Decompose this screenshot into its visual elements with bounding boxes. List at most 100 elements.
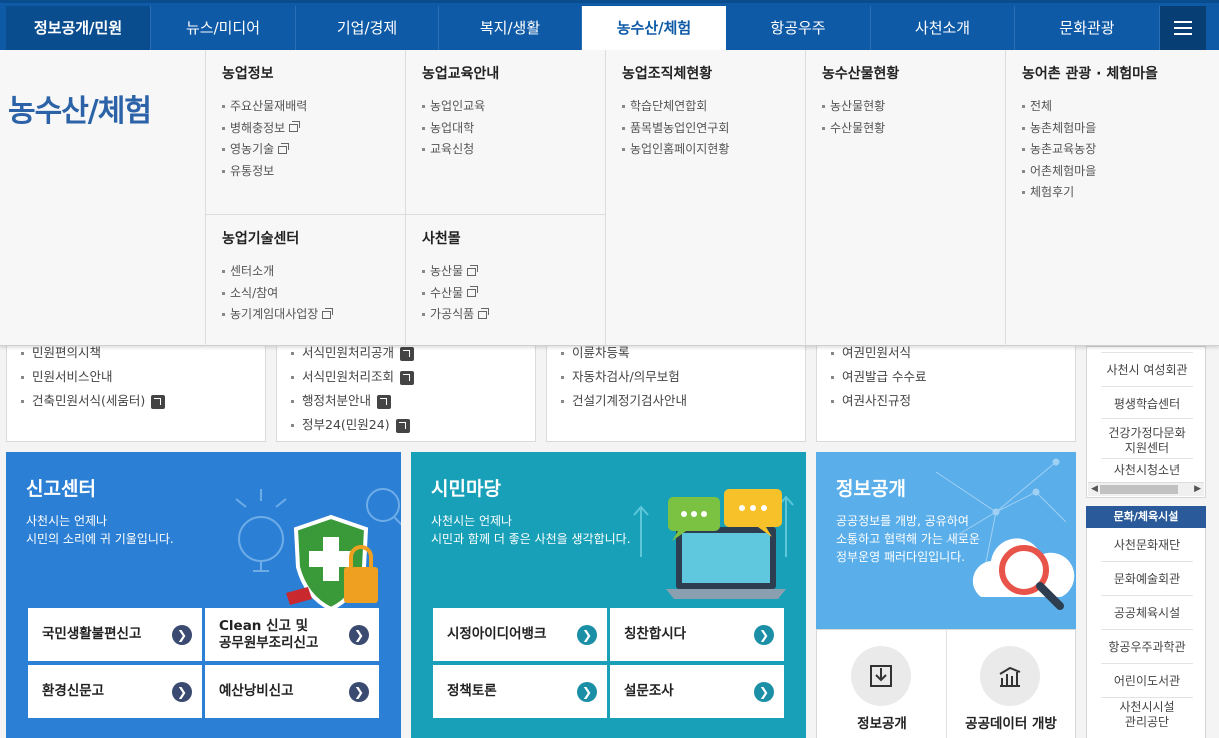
- list-item[interactable]: 건설기계정기검사안내: [561, 389, 687, 413]
- nav-item-business-economy[interactable]: 기업/경제: [296, 6, 439, 50]
- main-nav: 정보공개/민원 뉴스/미디어 기업/경제 복지/생활 농수산/체험 항공우주 사…: [0, 0, 1219, 50]
- idea-bank-button[interactable]: 시정아이디어뱅크 ❯: [433, 608, 607, 661]
- link-label: 민원서비스안내: [32, 369, 113, 384]
- list-item[interactable]: 민원서비스안내: [21, 365, 165, 389]
- menu-item[interactable]: 소식/참여: [222, 283, 331, 305]
- sidebar-item-facility-corp[interactable]: 사천시시설 관리공단: [1101, 700, 1193, 734]
- menu-item-label: 수산물현황: [830, 120, 886, 135]
- list-item[interactable]: 정부24(민원24): [291, 413, 414, 437]
- clean-report-button[interactable]: Clean 신고 및 공무원부조리신고 ❯: [205, 608, 379, 661]
- menu-item-label: 농촌교육농장: [1030, 142, 1097, 156]
- panel-description: 사천시는 언제나 시민의 소리에 귀 기울입니다.: [26, 512, 174, 548]
- menu-item[interactable]: 농업대학: [422, 118, 485, 140]
- nav-item-sacheon-intro[interactable]: 사천소개: [871, 6, 1015, 50]
- hamburger-icon-line: [1174, 27, 1192, 29]
- scroll-left-icon[interactable]: ◀: [1091, 483, 1098, 496]
- menu-item[interactable]: 교육신청: [422, 139, 485, 161]
- menu-item[interactable]: 품목별농업인연구회: [622, 118, 729, 140]
- menu-column-heading[interactable]: 농어촌 관광 · 체험마을: [1022, 63, 1158, 83]
- menu-item[interactable]: 수산물현황: [822, 118, 885, 140]
- menu-item[interactable]: 수산물: [422, 283, 487, 305]
- scroll-right-icon[interactable]: ▶: [1194, 483, 1201, 496]
- nav-item-welfare-life[interactable]: 복지/생활: [439, 6, 582, 50]
- menu-column-heading[interactable]: 농업기술센터: [222, 228, 299, 248]
- info-disclosure-link[interactable]: 정보공개: [817, 712, 947, 732]
- list-item[interactable]: 자동차검사/의무보험: [561, 365, 687, 389]
- menu-column-heading[interactable]: 사천몰: [422, 228, 461, 248]
- national-complaint-button[interactable]: 국민생활불편신고 ❯: [28, 608, 202, 661]
- menu-item[interactable]: 농촌교육농장: [1022, 139, 1096, 161]
- sidebar-item-arts-center[interactable]: 문화예술회관: [1101, 562, 1193, 596]
- menu-item-label: 농산물현황: [830, 99, 886, 113]
- bullet: [561, 376, 564, 379]
- list-item[interactable]: 여권사진규정: [831, 389, 926, 413]
- list-item[interactable]: 건축민원서식(세움터): [21, 389, 166, 413]
- menu-item[interactable]: 체험후기: [1022, 182, 1096, 204]
- list-item[interactable]: 서식민원처리조회: [291, 365, 415, 389]
- nav-item-info-disclosure[interactable]: 정보공개/민원: [6, 6, 151, 50]
- nav-item-news-media[interactable]: 뉴스/미디어: [151, 6, 296, 50]
- sidebar-item-family-center[interactable]: 건강가정다문화 지원센터: [1101, 423, 1193, 459]
- menu-item[interactable]: 영농기술: [222, 139, 307, 161]
- sidebar-item-children-library[interactable]: 어린이도서관: [1101, 664, 1193, 698]
- environment-report-button[interactable]: 환경신문고 ❯: [28, 665, 202, 718]
- menu-item[interactable]: 주요산물재배력: [222, 96, 307, 118]
- menu-column-heading[interactable]: 농업교육안내: [422, 63, 499, 83]
- menu-item-label: 농업인홈페이지현황: [630, 142, 730, 156]
- button-label: 설문조사: [624, 683, 674, 699]
- menu-item[interactable]: 전체: [1022, 96, 1096, 118]
- bullet: [222, 313, 225, 316]
- data-chart-icon[interactable]: [980, 646, 1040, 706]
- menu-item[interactable]: 농산물: [422, 261, 487, 283]
- menu-column-heading[interactable]: 농업조직체현황: [622, 63, 712, 83]
- menu-column-heading[interactable]: 농업정보: [222, 63, 274, 83]
- menu-item[interactable]: 어촌체험마을: [1022, 161, 1096, 183]
- external-link-icon: [395, 418, 410, 433]
- budget-waste-report-button[interactable]: 예산낭비신고 ❯: [205, 665, 379, 718]
- link-label: 민원편의시책: [32, 345, 102, 360]
- link-label: 건축민원서식(세움터): [32, 393, 146, 408]
- list-item[interactable]: 행정처분안내: [291, 389, 414, 413]
- sidebar-item-culture-foundation[interactable]: 사천문화재단: [1101, 528, 1193, 562]
- download-icon[interactable]: [851, 646, 911, 706]
- hamburger-menu-button[interactable]: [1160, 6, 1206, 50]
- sidebar-item-sports-facility[interactable]: 공공체육시설: [1101, 596, 1193, 630]
- hamburger-icon-line: [1174, 33, 1192, 35]
- link-label: 행정처분안내: [302, 393, 372, 408]
- link-label: 정부24(민원24): [302, 417, 390, 432]
- menu-item[interactable]: 유통정보: [222, 161, 307, 183]
- list-item[interactable]: 여권발급 수수료: [831, 365, 926, 389]
- open-data-link[interactable]: 공공데이터 개방: [946, 712, 1076, 732]
- menu-item-label: 수산물: [430, 285, 464, 300]
- sidebar-item-youth[interactable]: 사천시청소년: [1101, 463, 1193, 481]
- sidebar-item-aerospace-museum[interactable]: 항공우주과학관: [1101, 630, 1193, 664]
- menu-item[interactable]: 가공식품: [422, 304, 490, 326]
- sidebar-item-womens-center[interactable]: 사천시 여성회관: [1101, 357, 1193, 387]
- praise-button[interactable]: 칭찬합시다 ❯: [610, 608, 784, 661]
- menu-item[interactable]: 농업인홈페이지현황: [622, 139, 729, 161]
- menu-item[interactable]: 농기계임대사업장: [222, 304, 334, 326]
- horizontal-scrollbar[interactable]: ◀ ▶: [1088, 482, 1204, 496]
- nav-item-agriculture-experience[interactable]: 농수산/체험: [582, 6, 726, 50]
- bullet: [21, 376, 24, 379]
- menu-item-label: 병해충정보: [230, 120, 286, 135]
- bullet: [1022, 191, 1025, 194]
- menu-item[interactable]: 농촌체험마을: [1022, 118, 1096, 140]
- nav-item-culture-tourism[interactable]: 문화관광: [1015, 6, 1160, 50]
- bullet: [561, 352, 564, 355]
- scrollbar-thumb[interactable]: [1100, 485, 1178, 494]
- menu-item[interactable]: 학습단체연합회: [622, 96, 729, 118]
- disclosure-links-box: 정보공개 공공데이터 개방: [816, 629, 1076, 738]
- menu-item[interactable]: 농산물현황: [822, 96, 885, 118]
- menu-column-heading[interactable]: 농수산물현황: [822, 63, 899, 83]
- nav-item-aerospace[interactable]: 항공우주: [726, 6, 871, 50]
- sidebar-item-lifelong-learning[interactable]: 평생학습센터: [1101, 391, 1193, 419]
- menu-item[interactable]: 센터소개: [222, 261, 331, 283]
- menu-item[interactable]: 병해충정보: [222, 118, 307, 140]
- survey-button[interactable]: 설문조사 ❯: [610, 665, 784, 718]
- menu-item-label: 유통정보: [230, 163, 275, 178]
- menu-item[interactable]: 농업인교육: [422, 96, 485, 118]
- bullet: [291, 352, 294, 355]
- external-link-icon: [377, 394, 392, 409]
- policy-debate-button[interactable]: 정책토론 ❯: [433, 665, 607, 718]
